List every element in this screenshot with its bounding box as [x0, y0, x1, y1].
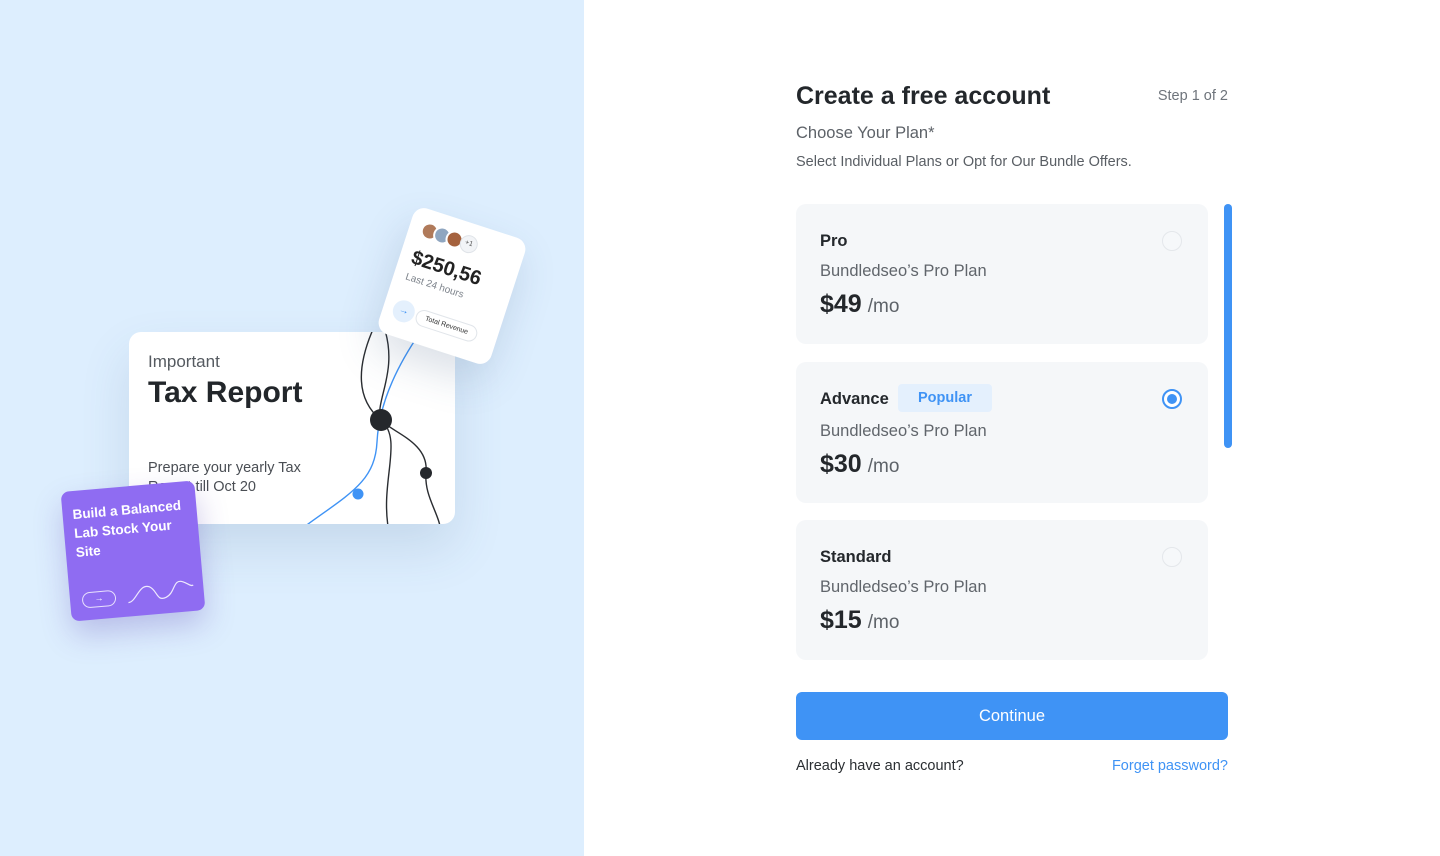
plan-price: $30/mo [820, 450, 899, 479]
plan-description: Bundledseo’s Pro Plan [820, 262, 987, 280]
plan-hint: Select Individual Plans or Opt for Our B… [796, 154, 1132, 170]
lab-stock-card: Build a Balanced Lab Stock Your Site → [60, 480, 206, 622]
plan-description: Bundledseo’s Pro Plan [820, 578, 987, 596]
plan-price-amount: $49 [820, 290, 862, 318]
plan-price: $15/mo [820, 606, 899, 635]
arrow-right-icon: → [389, 297, 418, 326]
plan-name: Advance [820, 390, 889, 408]
arrow-right-icon: → [81, 589, 117, 609]
plan-price: $49/mo [820, 290, 899, 319]
lab-stock-text: Build a Balanced Lab Stock Your Site [71, 497, 182, 560]
plan-list-scrollbar[interactable] [1224, 204, 1232, 448]
plan-name: Standard [820, 548, 892, 566]
popular-badge: Popular [898, 384, 992, 412]
plan-price-unit: /mo [867, 612, 900, 633]
step-indicator: Step 1 of 2 [1157, 88, 1228, 104]
plan-radio-advance[interactable] [1162, 389, 1182, 409]
plan-radio-standard[interactable] [1162, 547, 1182, 567]
graph-node-small [420, 467, 432, 479]
graph-node-blue [352, 488, 364, 500]
revenue-pill: Total Revenue [413, 307, 480, 344]
plan-price-amount: $30 [820, 450, 862, 478]
have-account-text: Already have an account? [796, 758, 964, 774]
page-title: Create a free account [796, 82, 1051, 110]
plan-card-standard[interactable]: Standard Bundledseo’s Pro Plan $15/mo [796, 520, 1208, 660]
plan-subtitle: Choose Your Plan* [796, 124, 935, 142]
plan-price-unit: /mo [867, 296, 900, 317]
wave-line-icon [128, 580, 194, 604]
graph-node-large [370, 409, 392, 431]
plan-card-advance[interactable]: Advance Popular Bundledseo’s Pro Plan $3… [796, 362, 1208, 503]
plan-radio-pro[interactable] [1162, 231, 1182, 251]
plan-name: Pro [820, 232, 848, 250]
plan-price-amount: $15 [820, 606, 862, 634]
illustration-panel: Important Tax Report Prepare your yearly… [0, 0, 584, 856]
plan-price-unit: /mo [867, 456, 900, 477]
forget-password-link[interactable]: Forget password? [1080, 758, 1228, 774]
plan-card-pro[interactable]: Pro Bundledseo’s Pro Plan $49/mo [796, 204, 1208, 344]
plan-description: Bundledseo’s Pro Plan [820, 422, 987, 440]
continue-button[interactable]: Continue [796, 692, 1228, 740]
